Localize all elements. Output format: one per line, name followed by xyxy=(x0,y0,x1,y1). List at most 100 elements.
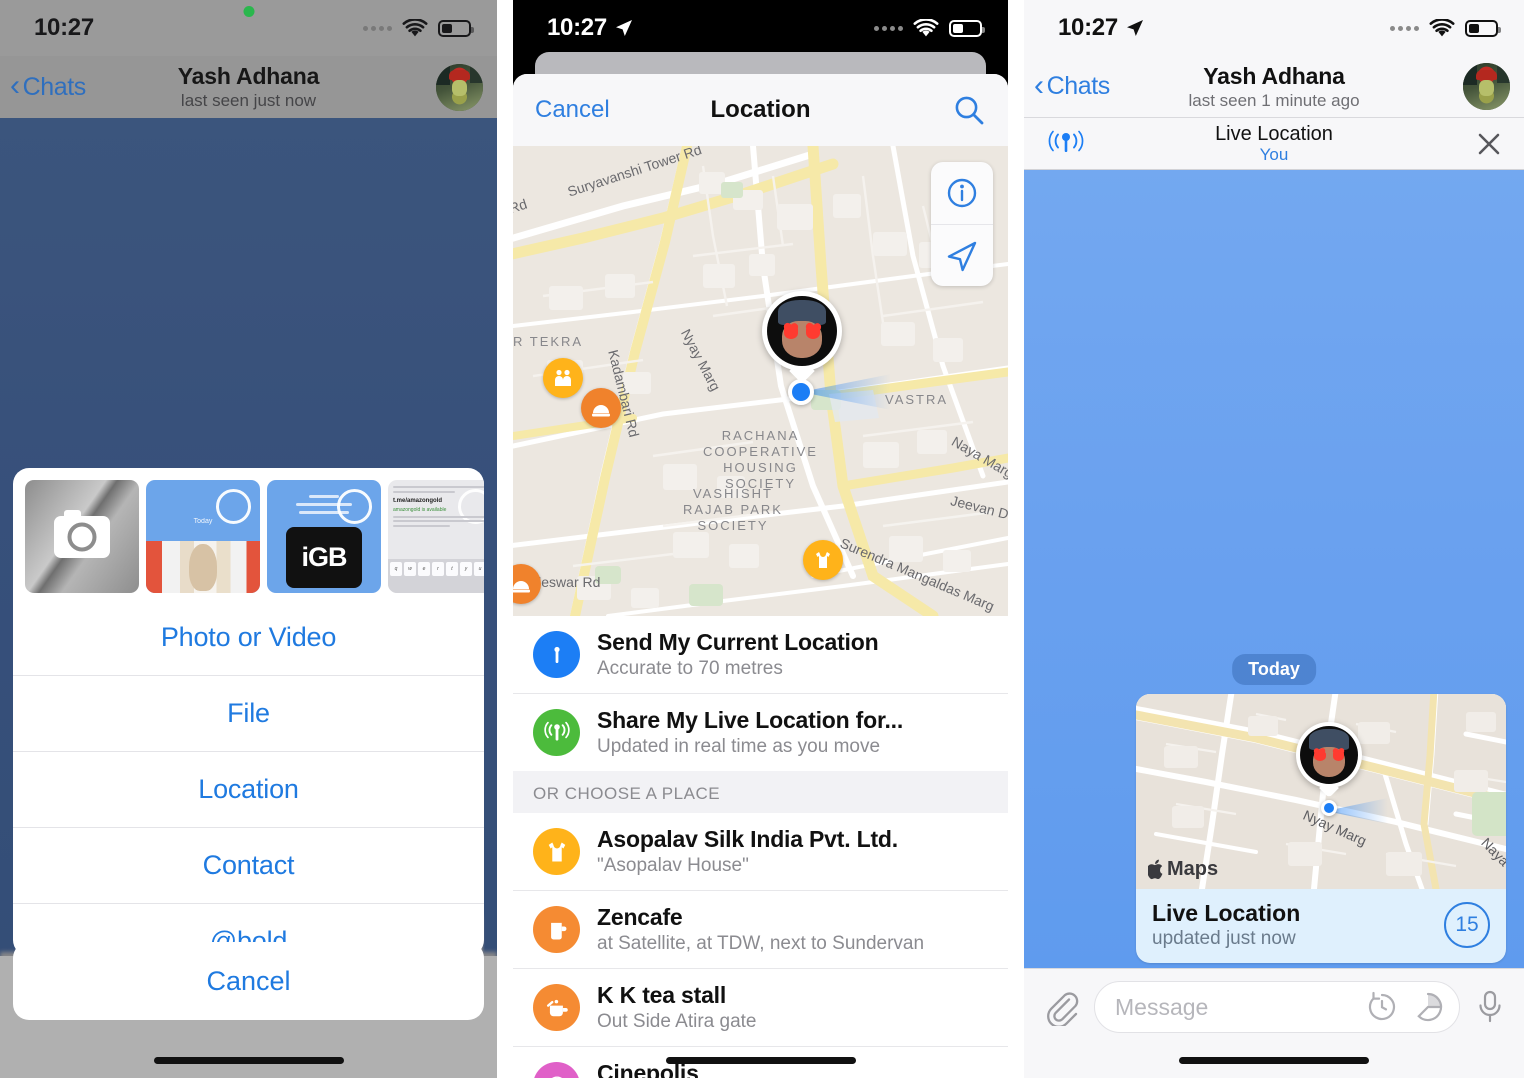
teapot-icon xyxy=(533,984,580,1031)
map-controls xyxy=(931,162,993,286)
status-icons xyxy=(874,18,985,38)
close-live-banner-button[interactable] xyxy=(1474,129,1504,159)
cancel-button[interactable]: Cancel xyxy=(535,96,610,124)
map-view[interactable]: Suryavanshi Tower Rd Rd R TEKRA VASTRA N… xyxy=(513,146,1008,616)
doc-heading: t.me/amazongold xyxy=(393,497,443,504)
memoji-avatar xyxy=(767,296,837,366)
info-icon xyxy=(947,178,977,208)
shrine-poi[interactable] xyxy=(581,388,621,428)
status-bar: 10:27 xyxy=(513,0,1008,56)
back-label: Chats xyxy=(1046,72,1111,100)
row-subtitle: "Asopalav House" xyxy=(597,855,749,876)
live-banner-title: Live Location xyxy=(1215,122,1333,145)
live-banner-sharer: You xyxy=(1259,144,1289,164)
section-header: OR CHOOSE A PLACE xyxy=(513,771,1008,813)
place-row[interactable]: Zencafe at Satellite, at TDW, next to Su… xyxy=(513,890,1008,968)
cellular-dots-icon xyxy=(874,25,903,31)
attachment-action-sheet: Today iGB t.me/amazongold amazongold is … xyxy=(13,468,484,956)
voice-record-button[interactable] xyxy=(1474,988,1506,1026)
info-button[interactable] xyxy=(931,162,993,224)
share-live-location-row[interactable]: Share My Live Location for... Updated in… xyxy=(513,693,1008,771)
chat-nav-bar: ‹ Chats Yash Adhana last seen 1 minute a… xyxy=(1024,56,1524,118)
place-row[interactable]: Asopalav Silk India Pvt. Ltd. "Asopalav … xyxy=(513,813,1008,890)
row-title: Share My Live Location for... xyxy=(597,707,904,733)
memoji-location-puck[interactable] xyxy=(762,291,842,384)
modal-nav-bar: Cancel Location xyxy=(513,74,1008,146)
map-label: RACHANA COOPERATIVE HOUSING SOCIETY xyxy=(703,428,818,491)
shirt-icon xyxy=(533,828,580,875)
battery-icon xyxy=(1465,19,1501,37)
wifi-icon xyxy=(1429,18,1455,36)
map-label: R TEKRA xyxy=(513,334,584,349)
photo-thumb-2[interactable]: iGB xyxy=(267,480,381,593)
live-location-message-bubble[interactable]: Nyay Marg Naya M Maps Live Location upda… xyxy=(1136,694,1506,963)
coffee-icon xyxy=(533,906,580,953)
row-subtitle: Updated in real time as you move xyxy=(597,736,881,757)
three-phone-screenshot-collage: 10:15 AM 10:27 ‹ Chats Yash Adh xyxy=(0,0,1524,1078)
search-button[interactable] xyxy=(952,93,986,127)
thumb-caption: Today xyxy=(193,518,213,526)
self-destruct-timer-icon[interactable] xyxy=(1365,990,1399,1024)
location-modal: Cancel Location Suryavanshi Tower Rd Rd … xyxy=(513,74,1008,1078)
contact-name: Yash Adhana xyxy=(1203,62,1345,89)
keyboard-preview: qwertyui xyxy=(388,559,484,593)
camera-thumb[interactable] xyxy=(25,480,139,593)
contact-status: last seen 1 minute ago xyxy=(1188,90,1360,110)
recent-media-row[interactable]: Today iGB t.me/amazongold amazongold is … xyxy=(13,468,484,599)
live-location-banner[interactable]: Live Location You xyxy=(1024,118,1524,170)
cancel-button[interactable]: Cancel xyxy=(13,942,484,1020)
cellular-dots-icon xyxy=(1390,25,1419,31)
location-arrow-icon xyxy=(615,20,632,36)
panel-location-picker: 10:27 Cancel Location Suryavanshi Tower … xyxy=(513,0,1008,1078)
message-input-field[interactable]: Message xyxy=(1094,981,1460,1033)
live-countdown-badge: 15 xyxy=(1444,902,1490,948)
message-placeholder: Message xyxy=(1115,993,1209,1020)
bubble-footer: Live Location updated just now 15 xyxy=(1136,889,1506,963)
panel-divider xyxy=(1008,0,1024,1078)
send-current-location-row[interactable]: Send My Current Location Accurate to 70 … xyxy=(513,616,1008,693)
locate-button[interactable] xyxy=(931,224,993,286)
camera-icon xyxy=(54,509,110,558)
attach-button[interactable] xyxy=(1042,988,1080,1026)
microphone-icon xyxy=(1479,990,1501,1023)
contact-avatar[interactable] xyxy=(1463,63,1510,110)
home-indicator[interactable] xyxy=(665,1057,856,1064)
chevron-left-icon: ‹ xyxy=(1034,68,1044,102)
current-location-dot xyxy=(1321,800,1337,816)
sheet-item-contact[interactable]: Contact xyxy=(13,827,484,903)
location-options-list: Send My Current Location Accurate to 70 … xyxy=(513,616,1008,1078)
sheet-item-file[interactable]: File xyxy=(13,675,484,751)
close-icon xyxy=(1478,133,1500,154)
live-banner-text: Live Location You xyxy=(1024,123,1524,165)
panel-live-location-sent: 10:27 ‹ Chats Yash Adhana last seen 1 mi… xyxy=(1024,0,1524,1078)
pin-icon xyxy=(533,631,580,678)
wifi-icon xyxy=(913,18,939,36)
chevron-left-icon: ‹ xyxy=(10,69,20,102)
paperclip-icon xyxy=(1047,992,1079,1026)
row-title: Send My Current Location xyxy=(597,629,879,655)
status-bar: 10:27 xyxy=(1024,0,1524,56)
status-time: 10:27 xyxy=(1058,14,1145,42)
row-subtitle: Accurate to 70 metres xyxy=(597,658,783,679)
place-row[interactable]: K K tea stall Out Side Atira gate xyxy=(513,968,1008,1046)
shop-poi[interactable] xyxy=(803,540,843,580)
photo-thumb-1[interactable]: Today xyxy=(146,480,260,593)
back-to-chats-button[interactable]: ‹ Chats xyxy=(1034,68,1111,102)
screenshot-thumb[interactable]: t.me/amazongold amazongold is available … xyxy=(388,480,484,593)
film-icon xyxy=(533,1062,580,1078)
memoji-avatar xyxy=(1300,726,1358,784)
panel-attachment-menu: 10:15 AM 10:27 ‹ Chats Yash Adh xyxy=(0,0,497,1078)
sheet-item-location[interactable]: Location xyxy=(13,751,484,827)
back-label: Chats xyxy=(22,72,87,101)
sheet-item-photo-or-video[interactable]: Photo or Video xyxy=(13,599,484,675)
home-indicator[interactable] xyxy=(153,1057,344,1064)
live-pin-icon xyxy=(533,709,580,756)
panel-divider xyxy=(497,0,513,1078)
message-map-preview[interactable]: Nyay Marg Naya M Maps xyxy=(1136,694,1506,889)
sticker-icon[interactable] xyxy=(1411,990,1445,1024)
back-to-chats-button[interactable]: ‹ Chats xyxy=(10,69,87,102)
row-subtitle: Out Side Atira gate xyxy=(597,1011,757,1032)
playground-poi[interactable] xyxy=(543,358,583,398)
contact-avatar[interactable] xyxy=(436,63,483,111)
home-indicator[interactable] xyxy=(1179,1057,1369,1064)
